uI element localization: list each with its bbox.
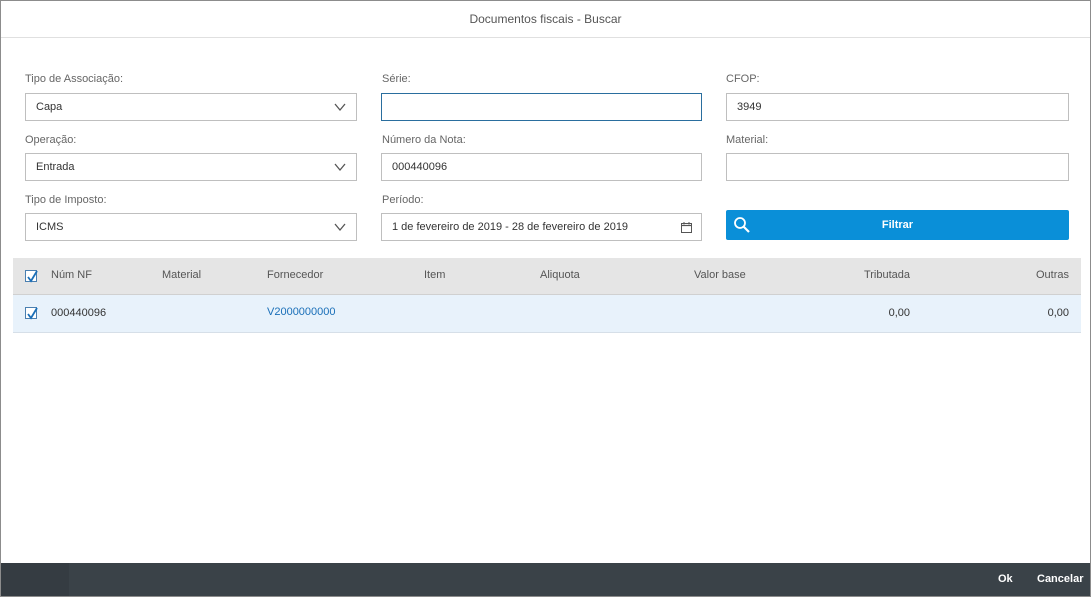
column-header-fornecedor[interactable]: Fornecedor <box>267 269 323 281</box>
tipo-associacao-label: Tipo de Associação: <box>25 73 124 85</box>
operacao-value: Entrada <box>36 161 75 173</box>
serie-input[interactable] <box>381 93 702 121</box>
chevron-down-icon <box>334 163 346 172</box>
operacao-select[interactable]: Entrada <box>25 153 357 181</box>
table-row[interactable]: 000440096 V2000000000 0,00 0,00 <box>13 295 1081 333</box>
chevron-down-icon <box>334 223 346 232</box>
table-header: Núm NF Material Fornecedor Item Aliquota… <box>13 258 1081 295</box>
column-header-material[interactable]: Material <box>162 269 201 281</box>
serie-label: Série: <box>382 73 411 85</box>
column-header-item[interactable]: Item <box>424 269 445 281</box>
periodo-value: 1 de fevereiro de 2019 - 28 de fevereiro… <box>392 221 629 233</box>
material-label: Material: <box>726 134 769 146</box>
chevron-down-icon <box>334 103 346 112</box>
cfop-label: CFOP: <box>726 73 760 85</box>
search-icon <box>734 217 750 233</box>
cancel-button[interactable]: Cancelar <box>1037 563 1083 596</box>
calendar-icon[interactable] <box>681 222 692 233</box>
filter-button-label: Filtrar <box>881 219 914 231</box>
row-checkbox[interactable] <box>25 307 38 320</box>
tipo-associacao-select[interactable]: Capa <box>25 93 357 121</box>
column-header-num-nf[interactable]: Núm NF <box>51 269 92 281</box>
periodo-label: Período: <box>382 194 424 206</box>
select-all-checkbox[interactable] <box>25 270 38 283</box>
tipo-imposto-select[interactable]: ICMS <box>25 213 357 241</box>
tipo-associacao-value: Capa <box>36 101 63 113</box>
tipo-imposto-label: Tipo de Imposto: <box>25 194 107 206</box>
filter-button[interactable]: Filtrar <box>726 210 1069 240</box>
operacao-label: Operação: <box>25 134 77 146</box>
dialog-footer: Ok Cancelar <box>1 563 1090 596</box>
column-header-outras[interactable]: Outras <box>1036 269 1069 281</box>
material-input[interactable] <box>726 153 1069 181</box>
numero-nota-label: Número da Nota: <box>382 134 466 146</box>
cell-num-nf: 000440096 <box>51 307 107 319</box>
cell-tributada: 0,00 <box>888 307 910 319</box>
column-header-tributada[interactable]: Tributada <box>864 269 910 281</box>
ok-button[interactable]: Ok <box>998 563 1013 596</box>
tipo-imposto-value: ICMS <box>36 221 64 233</box>
periodo-date-range-input[interactable]: 1 de fevereiro de 2019 - 28 de fevereiro… <box>381 213 702 241</box>
checkmark-icon <box>27 307 38 320</box>
footer-left-shade <box>1 563 69 596</box>
checkmark-icon <box>27 270 38 283</box>
numero-nota-value: 000440096 <box>392 161 448 173</box>
cfop-input[interactable]: 3949 <box>726 93 1069 121</box>
fornecedor-link[interactable]: V2000000000 <box>267 306 336 318</box>
dialog-title: Documentos fiscais - Buscar <box>1 1 1090 38</box>
numero-nota-input[interactable]: 000440096 <box>381 153 702 181</box>
cell-outras: 0,00 <box>1047 307 1069 319</box>
column-header-valor-base[interactable]: Valor base <box>694 269 746 281</box>
cfop-value: 3949 <box>737 101 762 113</box>
column-header-aliquota[interactable]: Aliquota <box>540 269 580 281</box>
search-dialog: Documentos fiscais - Buscar Tipo de Asso… <box>0 0 1091 597</box>
